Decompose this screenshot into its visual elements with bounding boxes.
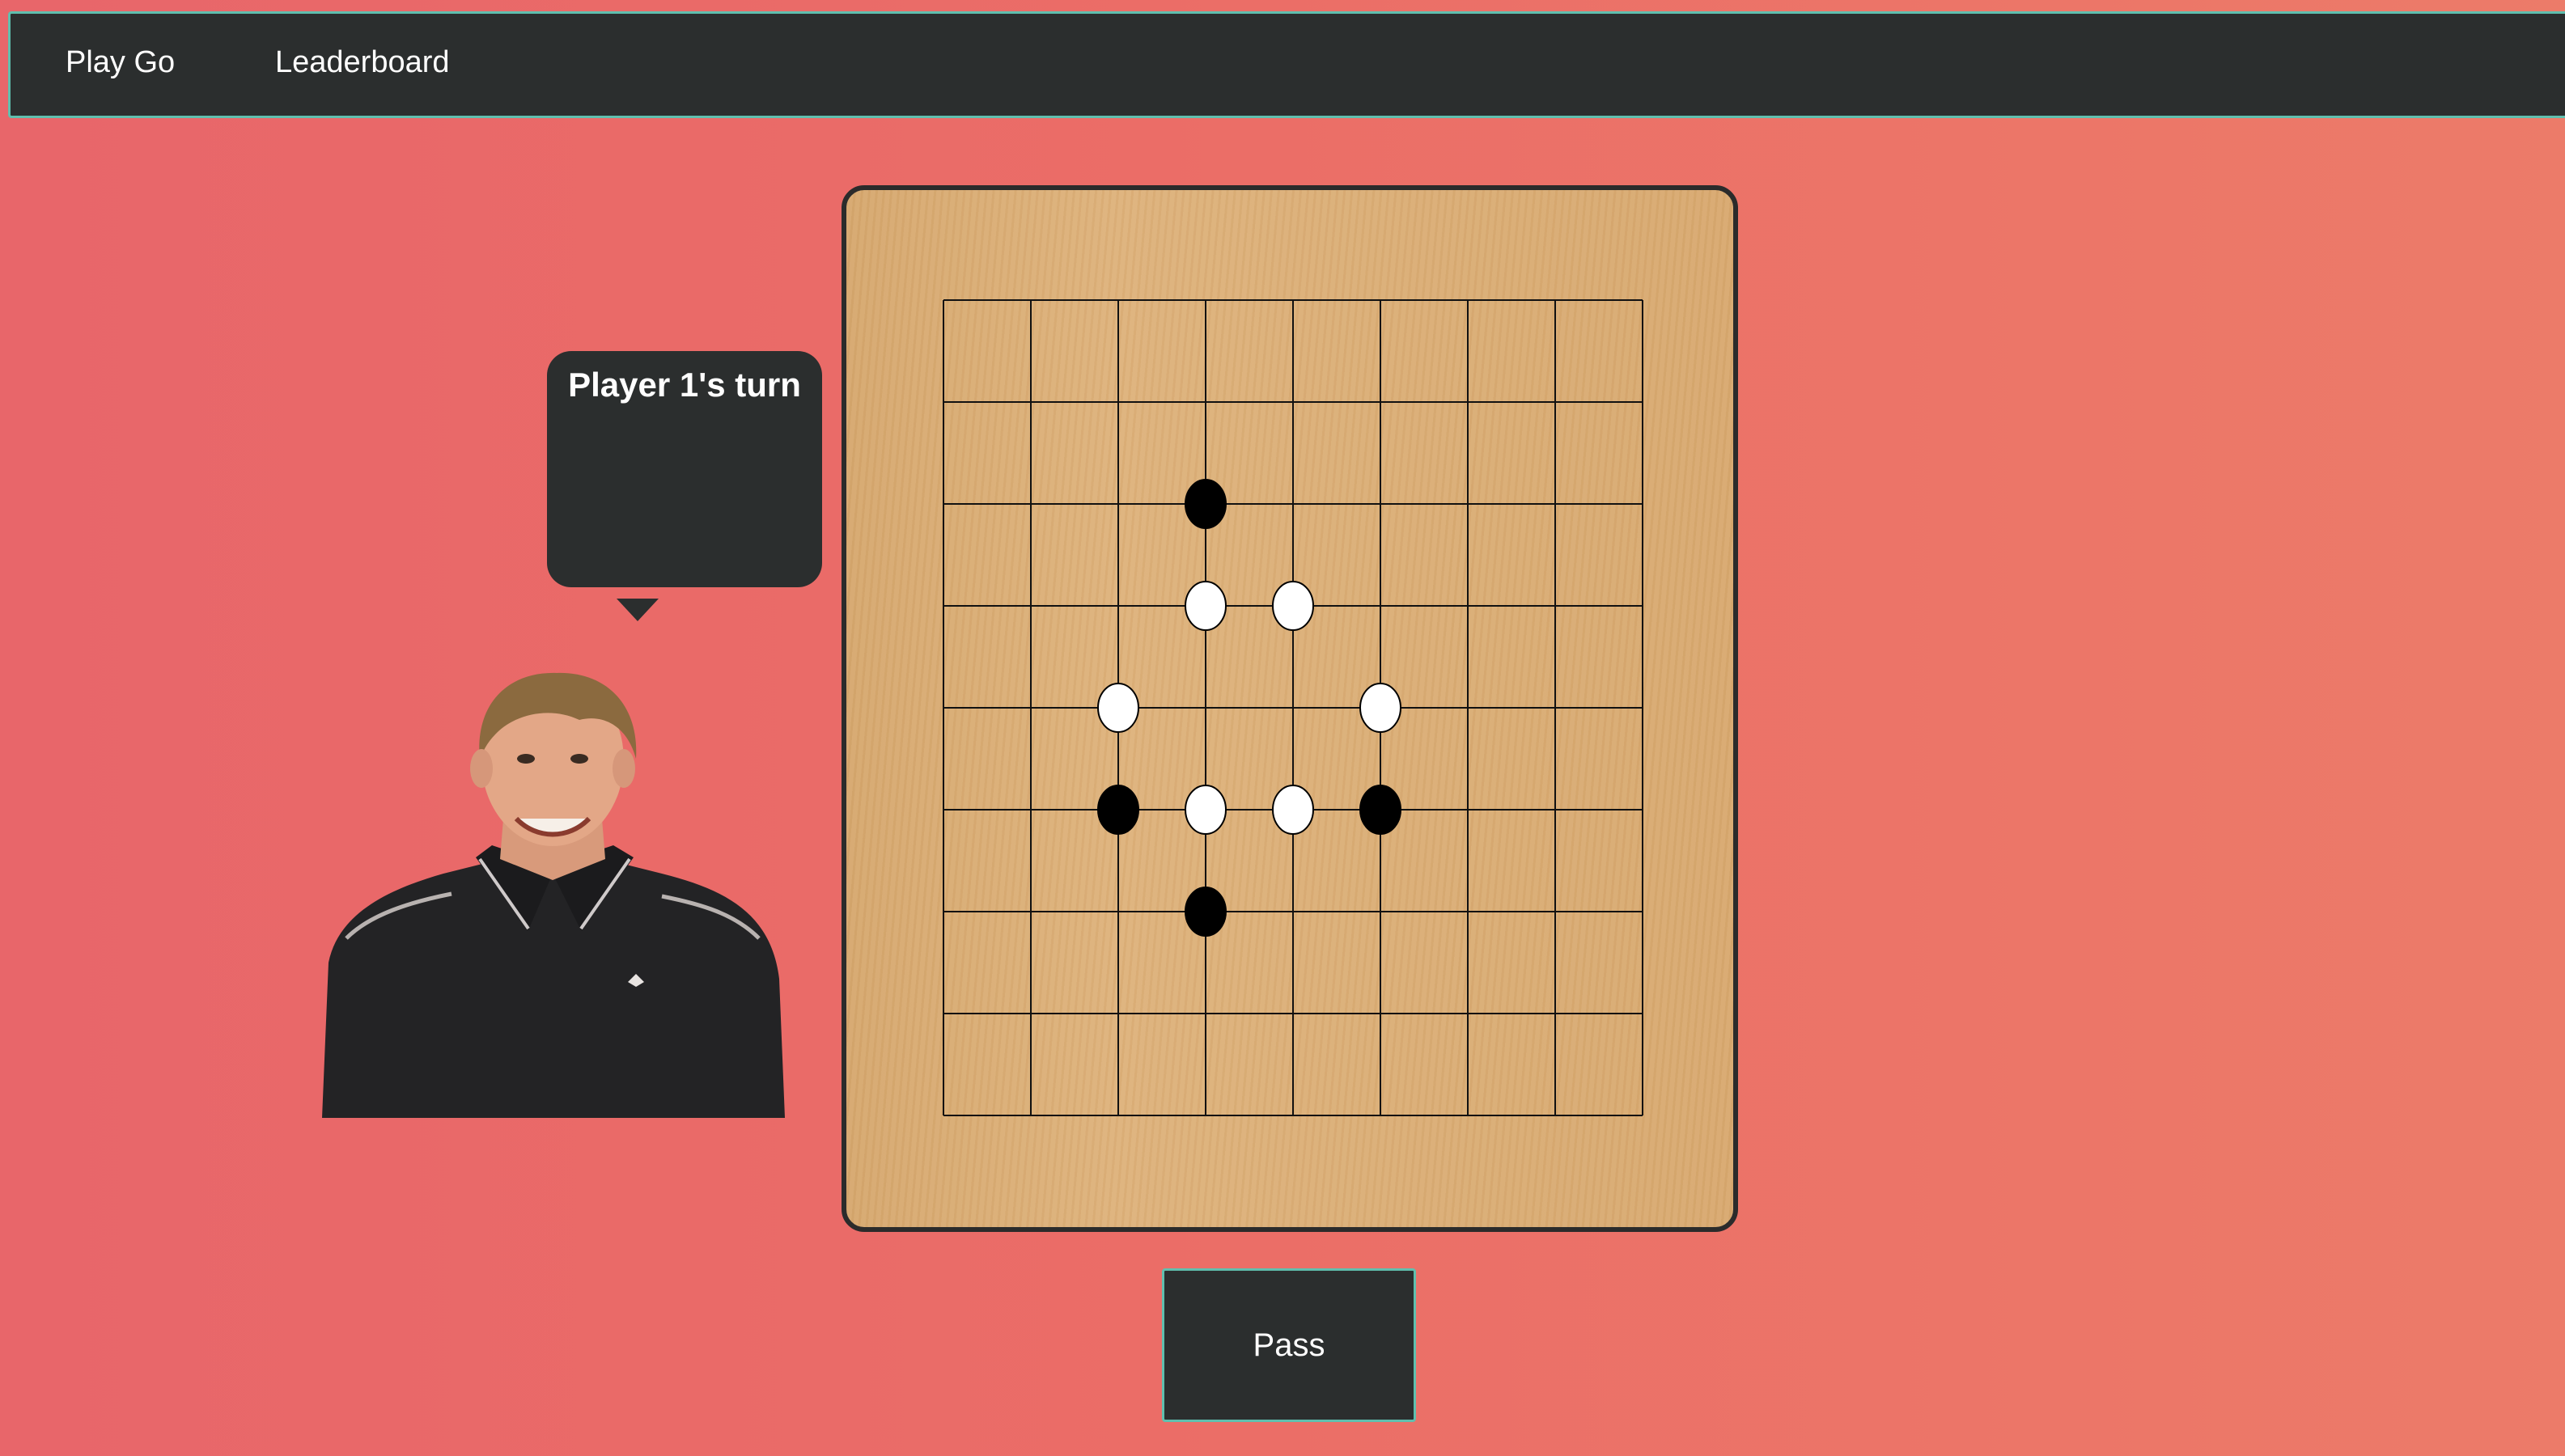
black-stone [1359, 785, 1401, 835]
black-stone [1185, 479, 1227, 529]
white-stone [1272, 581, 1314, 631]
white-stone [1097, 683, 1139, 733]
nav-play-go-link[interactable]: Play Go [66, 9, 175, 116]
white-stone [1272, 785, 1314, 835]
white-stone [1185, 581, 1227, 631]
black-stone [1097, 785, 1139, 835]
board-grid[interactable] [846, 190, 1733, 1227]
nav-leaderboard-link[interactable]: Leaderboard [275, 9, 450, 116]
white-stone [1185, 785, 1227, 835]
black-stone [1185, 887, 1227, 937]
player-avatar [322, 672, 785, 1118]
white-stone [1359, 683, 1401, 733]
turn-indicator-text: Player 1's turn [568, 366, 801, 404]
speech-bubble-tail [617, 599, 659, 621]
go-board[interactable] [842, 185, 1738, 1232]
turn-speech-bubble: Player 1's turn [547, 351, 822, 587]
top-navbar: Play Go Leaderboard [8, 11, 2565, 118]
pass-button[interactable]: Pass [1162, 1268, 1416, 1422]
